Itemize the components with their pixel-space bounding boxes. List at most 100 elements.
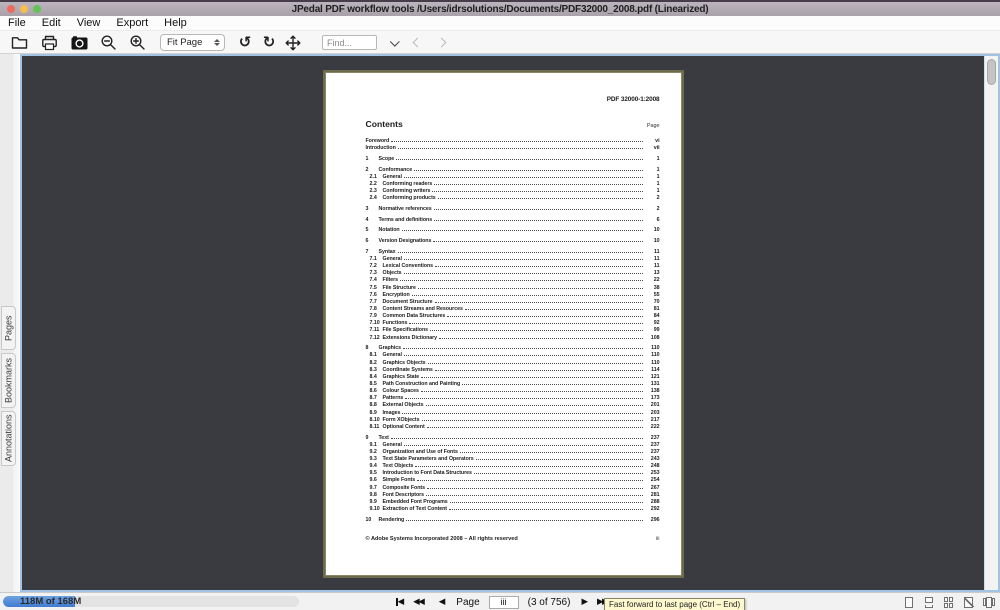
- facing-mode-button[interactable]: [962, 596, 975, 609]
- toc-row: 2.2Conforming readers1: [366, 181, 660, 188]
- toc-row: 3Normative references2: [366, 206, 660, 213]
- window-title: JPedal PDF workflow tools /Users/idrsolu…: [292, 4, 709, 15]
- stepper-icon: [211, 36, 222, 49]
- toc-row: 7.7Document Structure70: [366, 299, 660, 306]
- nav-back-button[interactable]: [410, 33, 424, 52]
- pageflow-icon: [984, 597, 993, 608]
- vertical-scrollbar[interactable]: [984, 56, 998, 590]
- next-page-button[interactable]: ▶: [581, 598, 588, 607]
- toc-row: 8.3Coordinate Systems114: [366, 367, 660, 374]
- continuous-icon: [925, 597, 933, 608]
- app-window: JPedal PDF workflow tools /Users/idrsolu…: [0, 0, 1000, 610]
- menu-file[interactable]: File: [8, 17, 26, 29]
- toc-row: 8.9Images203: [366, 410, 660, 417]
- find-options-button[interactable]: [388, 33, 402, 52]
- page-layout-modes: [902, 593, 995, 610]
- toc-row: 9.7Composite Fonts267: [366, 485, 660, 492]
- page-label: Page: [456, 597, 479, 608]
- document-viewport[interactable]: PDF 32000-1:2008 Contents Page Forewordv…: [22, 56, 984, 590]
- toc-row: 2.3Conforming writers1: [366, 188, 660, 195]
- toc-row: 7.6Encryption55: [366, 292, 660, 299]
- main-area: Pages Bookmarks Annotations PDF 32000-1:…: [0, 54, 1000, 592]
- titlebar: JPedal PDF workflow tools /Users/idrsolu…: [0, 0, 1000, 16]
- page-column-label: Page: [647, 123, 660, 129]
- next-page-icon: ▶: [581, 598, 588, 607]
- toc-row: 2.4Conforming products2: [366, 195, 660, 202]
- menu-help[interactable]: Help: [164, 17, 187, 29]
- toc-row: 7.1General11: [366, 256, 660, 263]
- chevron-right-icon: [436, 38, 446, 48]
- toc-row: 8Graphics110: [366, 345, 660, 352]
- toc-row: 9.1General237: [366, 442, 660, 449]
- close-window-button[interactable]: [7, 5, 15, 13]
- rotate-ccw-button[interactable]: ↺: [236, 33, 254, 52]
- toc-row: 6Version Designations10: [366, 238, 660, 245]
- toc-row: 7.11File Specifications99: [366, 327, 660, 334]
- previous-page-button[interactable]: ◀: [439, 598, 446, 607]
- menu-view[interactable]: View: [77, 17, 101, 29]
- toc: ForewordviIntroductionvii1Scope12Conform…: [366, 138, 660, 524]
- toc-row: 8.7Patterns173: [366, 395, 660, 402]
- scrollbar-thumb[interactable]: [987, 59, 996, 85]
- continuous-facing-icon: [944, 597, 953, 608]
- pan-tool-button[interactable]: [284, 33, 302, 52]
- contents-heading: Contents: [366, 119, 403, 129]
- single-page-mode-button[interactable]: [902, 596, 915, 609]
- back-10-pages-button[interactable]: ◀◀: [413, 598, 425, 607]
- toc-row: 9Text237: [366, 435, 660, 442]
- open-file-button[interactable]: [10, 33, 28, 52]
- toc-row: 5Notation10: [366, 227, 660, 234]
- toc-row: 9.5Introduction to Font Data Structures2…: [366, 470, 660, 477]
- continuous-facing-mode-button[interactable]: [942, 596, 955, 609]
- toc-row: 7.9Common Data Structures84: [366, 313, 660, 320]
- rotate-cw-button[interactable]: ↻: [260, 33, 278, 52]
- toc-row: Forewordvi: [366, 138, 660, 145]
- chevron-left-icon: [412, 38, 422, 48]
- toc-row: 7.3Objects13: [366, 270, 660, 277]
- menu-edit[interactable]: Edit: [42, 17, 61, 29]
- zoom-in-button[interactable]: [128, 33, 147, 52]
- memory-text: 118M of 168M: [20, 595, 81, 608]
- continuous-mode-button[interactable]: [922, 596, 935, 609]
- toc-row: 10Rendering296: [366, 517, 660, 524]
- toc-row: 8.2Graphics Objects110: [366, 360, 660, 367]
- facing-icon: [964, 597, 973, 608]
- document-scrollpane: PDF 32000-1:2008 Contents Page Forewordv…: [20, 54, 1000, 592]
- camera-icon: [71, 36, 88, 50]
- toc-row: 8.5Path Construction and Painting131: [366, 381, 660, 388]
- page-count: (3 of 756): [528, 597, 571, 608]
- toolbar: Fit Page ↺ ↻: [0, 30, 1000, 54]
- back-10-icon: ◀: [418, 598, 425, 607]
- fit-mode-select[interactable]: Fit Page: [160, 34, 225, 51]
- previous-page-icon: ◀: [439, 598, 446, 607]
- zoom-window-button[interactable]: [33, 5, 41, 13]
- page-number-input[interactable]: [489, 596, 519, 609]
- pan-icon: [285, 35, 301, 51]
- printer-icon: [41, 35, 58, 51]
- find-input[interactable]: [322, 35, 377, 50]
- pageflow-mode-button[interactable]: [982, 596, 995, 609]
- toc-row: 4Terms and definitions6: [366, 217, 660, 224]
- menubar: File Edit View Export Help: [0, 16, 1000, 30]
- single-page-icon: [905, 597, 913, 608]
- toc-row: 9.2Organization and Use of Fonts237: [366, 449, 660, 456]
- toc-row: 9.10Extraction of Text Content292: [366, 506, 660, 513]
- toc-row: 9.3Text State Parameters and Operators24…: [366, 456, 660, 463]
- zoom-out-button[interactable]: [99, 33, 118, 52]
- chevron-down-icon: [389, 37, 399, 47]
- minimize-window-button[interactable]: [20, 5, 28, 13]
- first-page-button[interactable]: ◀: [396, 598, 404, 607]
- toc-row: 9.4Text Objects248: [366, 463, 660, 470]
- sidebar-tab-pages[interactable]: Pages: [1, 306, 16, 350]
- toc-row: 8.1General110: [366, 352, 660, 359]
- nav-forward-button[interactable]: [434, 33, 448, 52]
- menu-export[interactable]: Export: [116, 17, 148, 29]
- sidebar-tab-bookmarks[interactable]: Bookmarks: [1, 353, 16, 408]
- toc-row: 7Syntax11: [366, 249, 660, 256]
- sidebar-tab-annotations[interactable]: Annotations: [1, 411, 16, 466]
- toc-row: 2Conformance1: [366, 167, 660, 174]
- toc-row: 7.8Content Streams and Resources81: [366, 306, 660, 313]
- fit-mode-value: Fit Page: [167, 37, 211, 48]
- snapshot-button[interactable]: [70, 33, 88, 52]
- print-button[interactable]: [40, 33, 58, 52]
